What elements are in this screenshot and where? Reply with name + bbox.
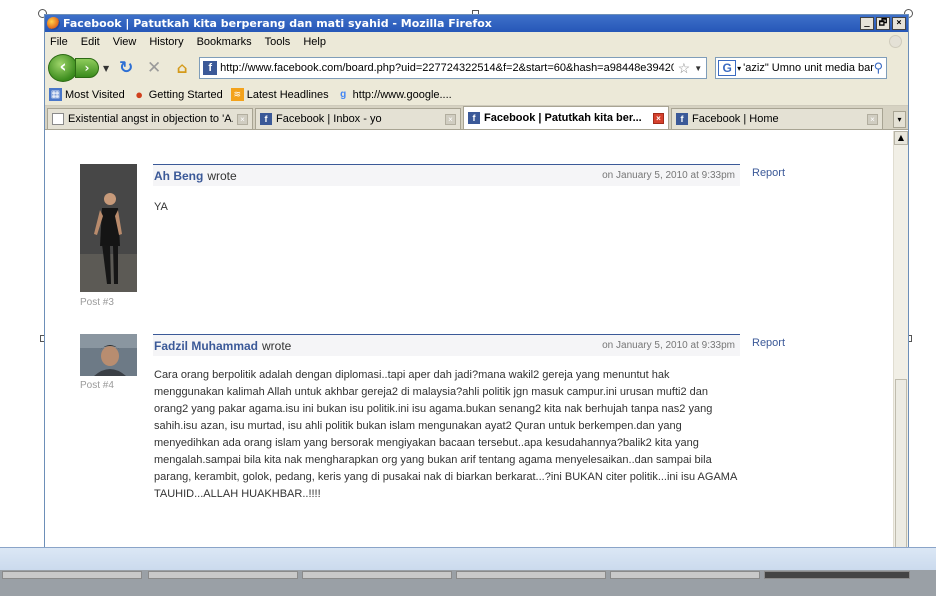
url-dropdown-icon[interactable]: ▼	[694, 64, 702, 73]
vertical-scrollbar[interactable]: ▲	[893, 131, 908, 553]
firefox-icon	[47, 17, 60, 30]
report-link[interactable]: Report	[752, 167, 785, 179]
post-body: Cara orang berpolitik adalah dengan dipl…	[154, 369, 737, 500]
report-link[interactable]: Report	[752, 337, 785, 349]
page-content: Post #3 Ah Beng wrote on January 5, 2010…	[45, 131, 895, 553]
bookmark-label: http://www.google....	[352, 88, 452, 101]
bookmark-label: Latest Headlines	[246, 88, 329, 101]
bookmark-getting-started[interactable]: ● Getting Started	[133, 87, 223, 102]
facebook-icon: f	[260, 113, 272, 125]
bookmark-label: Most Visited	[65, 88, 125, 101]
taskbar-button[interactable]	[764, 571, 910, 579]
most-visited-icon: ▦	[49, 88, 62, 101]
menu-help[interactable]: Help	[303, 36, 326, 48]
taskbar-button[interactable]	[2, 571, 142, 579]
tab-close-icon[interactable]: ×	[653, 112, 664, 124]
document-icon	[52, 113, 64, 125]
post-author-link[interactable]: Ah Beng	[154, 169, 203, 183]
bookmarks-toolbar: ▦ Most Visited ● Getting Started ≋ Lates…	[45, 84, 908, 106]
taskbar-button[interactable]	[610, 571, 760, 579]
tab-label: Existential angst in objection to 'A...	[68, 113, 233, 125]
google-icon: g	[340, 89, 347, 100]
tab-close-icon[interactable]: ×	[445, 113, 456, 125]
tab-facebook-home[interactable]: f Facebook | Home ×	[671, 108, 883, 129]
taskbar-button[interactable]	[148, 571, 298, 579]
maximize-button[interactable]: 🗗	[876, 17, 890, 30]
reload-icon[interactable]: ↻	[115, 57, 137, 79]
stop-icon[interactable]: ✕	[143, 57, 165, 79]
board-post: Post #4 Fadzil Muhammad wrote on January…	[80, 334, 795, 553]
avatar-photo	[80, 334, 137, 376]
facebook-icon: f	[468, 112, 480, 124]
post-wrote-label: wrote	[207, 168, 237, 183]
post-header: Ah Beng wrote on January 5, 2010 at 9:33…	[153, 164, 740, 186]
home-icon[interactable]: ⌂	[171, 57, 193, 79]
scrollbar-thumb[interactable]	[895, 379, 907, 553]
board-post: Post #3 Ah Beng wrote on January 5, 2010…	[80, 164, 795, 314]
title-bar: Facebook | Patutkah kita berperang dan m…	[45, 15, 908, 32]
tab-bar: Existential angst in objection to 'A... …	[45, 106, 908, 130]
post-author-link[interactable]: Fadzil Muhammad	[154, 339, 258, 353]
taskbar-button[interactable]	[456, 571, 606, 579]
tab-facebook-patutkah[interactable]: f Facebook | Patutkah kita ber... ×	[463, 106, 669, 129]
address-bar[interactable]: f http://www.facebook.com/board.php?uid=…	[199, 57, 708, 79]
minimize-button[interactable]: _	[860, 17, 874, 30]
tab-close-icon[interactable]: ×	[237, 113, 248, 125]
tab-label: Facebook | Home	[692, 113, 779, 125]
menu-tools[interactable]: Tools	[265, 36, 291, 48]
bookmark-latest-headlines[interactable]: ≋ Latest Headlines	[230, 88, 329, 101]
taskbar-button[interactable]	[302, 571, 452, 579]
menu-bookmarks[interactable]: Bookmarks	[197, 36, 252, 48]
search-input[interactable]: 'aziz" Umno unit media baru	[743, 62, 873, 74]
window-title: Facebook | Patutkah kita berperang dan m…	[63, 17, 492, 30]
menu-edit[interactable]: Edit	[81, 36, 100, 48]
post-date: on January 5, 2010 at 9:33pm	[602, 170, 735, 181]
avatar[interactable]	[80, 164, 137, 292]
close-button[interactable]: ×	[892, 17, 906, 30]
facebook-favicon-icon: f	[203, 61, 218, 75]
bookmark-star-icon[interactable]: ☆	[678, 60, 691, 77]
tab-close-icon[interactable]: ×	[867, 113, 878, 125]
forward-button[interactable]: ›	[75, 58, 99, 78]
avatar[interactable]	[80, 334, 137, 376]
getting-started-icon: ●	[135, 87, 144, 102]
navigation-toolbar: ‹ › ▼ ↻ ✕ ⌂ f http://www.facebook.com/bo…	[45, 52, 908, 84]
post-date: on January 5, 2010 at 9:33pm	[602, 340, 735, 351]
search-icon[interactable]: ⚲	[874, 60, 884, 76]
bookmark-google[interactable]: g http://www.google....	[337, 88, 452, 101]
facebook-icon: f	[676, 113, 688, 125]
tab-facebook-inbox[interactable]: f Facebook | Inbox - yo ×	[255, 108, 461, 129]
throbber-icon	[889, 35, 902, 48]
tab-list-button[interactable]: ▾	[893, 111, 906, 128]
post-number: Post #4	[80, 380, 114, 391]
google-search-engine-icon[interactable]: G	[718, 60, 737, 76]
menu-bar: File Edit View History Bookmarks Tools H…	[45, 32, 908, 52]
rss-icon: ≋	[230, 88, 244, 101]
url-text[interactable]: http://www.facebook.com/board.php?uid=22…	[220, 62, 674, 74]
back-button[interactable]: ‹	[48, 54, 78, 82]
history-dropdown-icon[interactable]: ▼	[103, 64, 109, 73]
post-header: Fadzil Muhammad wrote on January 5, 2010…	[153, 334, 740, 356]
menu-history[interactable]: History	[149, 36, 183, 48]
search-engine-dropdown-icon[interactable]: ▾	[737, 64, 741, 73]
screenshot: Facebook | Patutkah kita berperang dan m…	[0, 0, 936, 596]
menu-file[interactable]: File	[50, 36, 68, 48]
post-body: YA	[154, 201, 168, 213]
menu-view[interactable]: View	[113, 36, 137, 48]
tab-label: Facebook | Patutkah kita ber...	[484, 112, 642, 124]
search-box[interactable]: G ▾ 'aziz" Umno unit media baru ⚲	[715, 57, 888, 79]
bookmark-label: Getting Started	[148, 88, 223, 101]
tab-existential-angst[interactable]: Existential angst in objection to 'A... …	[47, 108, 253, 129]
avatar-photo	[80, 164, 137, 292]
scroll-up-arrow-icon[interactable]: ▲	[894, 131, 908, 145]
post-number: Post #3	[80, 297, 114, 308]
firefox-window: Facebook | Patutkah kita berperang dan m…	[44, 14, 909, 554]
tab-label: Facebook | Inbox - yo	[276, 113, 382, 125]
bookmark-most-visited[interactable]: ▦ Most Visited	[49, 88, 125, 101]
post-wrote-label: wrote	[262, 338, 292, 353]
back-forward-group: ‹ ›	[48, 54, 99, 82]
